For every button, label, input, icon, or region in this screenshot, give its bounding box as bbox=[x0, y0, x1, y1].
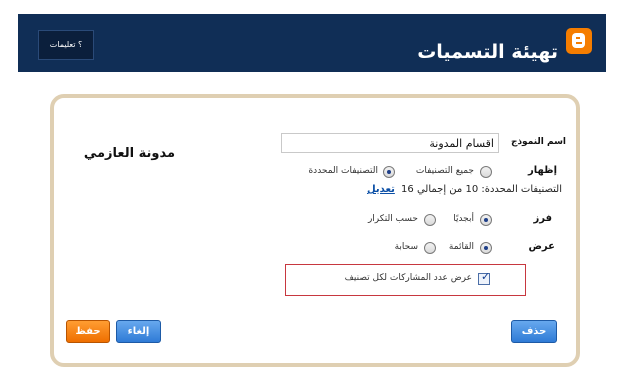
display-list-label: القائمة bbox=[448, 242, 474, 252]
display-list-radio[interactable] bbox=[480, 242, 492, 254]
show-all-label: جميع التصنيفات bbox=[415, 166, 474, 176]
edit-link[interactable]: تعديل bbox=[367, 184, 395, 195]
blogger-b-icon bbox=[572, 33, 585, 48]
selected-summary: التصنيفات المحددة: 10 من إجمالي 16 تعديل bbox=[316, 184, 562, 195]
show-all-radio[interactable] bbox=[480, 166, 492, 178]
sort-label: فرز bbox=[533, 213, 552, 224]
sort-frequency-radio[interactable] bbox=[424, 214, 436, 226]
cancel-button[interactable]: إلغاء bbox=[116, 320, 161, 343]
show-label: إظهار bbox=[528, 165, 557, 176]
sort-frequency-label: حسب التكرار bbox=[367, 214, 418, 224]
show-counts-label: عرض عدد المشاركات لكل تصنيف bbox=[344, 273, 472, 283]
display-label: عرض bbox=[528, 241, 555, 252]
selected-count: التصنيفات المحددة: 10 من إجمالي 16 bbox=[401, 184, 562, 195]
show-selected-label: التصنيفات المحددة bbox=[308, 166, 378, 176]
title-input[interactable] bbox=[281, 133, 499, 153]
title-label: اسم النموذج bbox=[510, 137, 566, 147]
show-counts-checkbox[interactable]: ✓ bbox=[478, 270, 491, 285]
help-button[interactable]: ؟ تعليمات bbox=[38, 30, 94, 60]
sort-alpha-label: أبجديًا bbox=[453, 214, 474, 224]
display-cloud-label: سحابة bbox=[394, 242, 418, 252]
header-bar: ؟ تعليمات تهيئة التسميات bbox=[18, 14, 606, 72]
save-button[interactable]: حفظ bbox=[66, 320, 110, 343]
checkmark-icon: ✓ bbox=[481, 270, 491, 283]
delete-button[interactable]: حذف bbox=[511, 320, 557, 343]
page-title: تهيئة التسميات bbox=[417, 41, 558, 63]
show-selected-radio[interactable] bbox=[383, 166, 395, 178]
sort-alpha-radio[interactable] bbox=[480, 214, 492, 226]
blog-name: مدونة العازمي bbox=[83, 146, 175, 161]
blogger-logo-icon bbox=[566, 28, 592, 54]
display-cloud-radio[interactable] bbox=[424, 242, 436, 254]
help-label: ؟ تعليمات bbox=[49, 40, 83, 49]
